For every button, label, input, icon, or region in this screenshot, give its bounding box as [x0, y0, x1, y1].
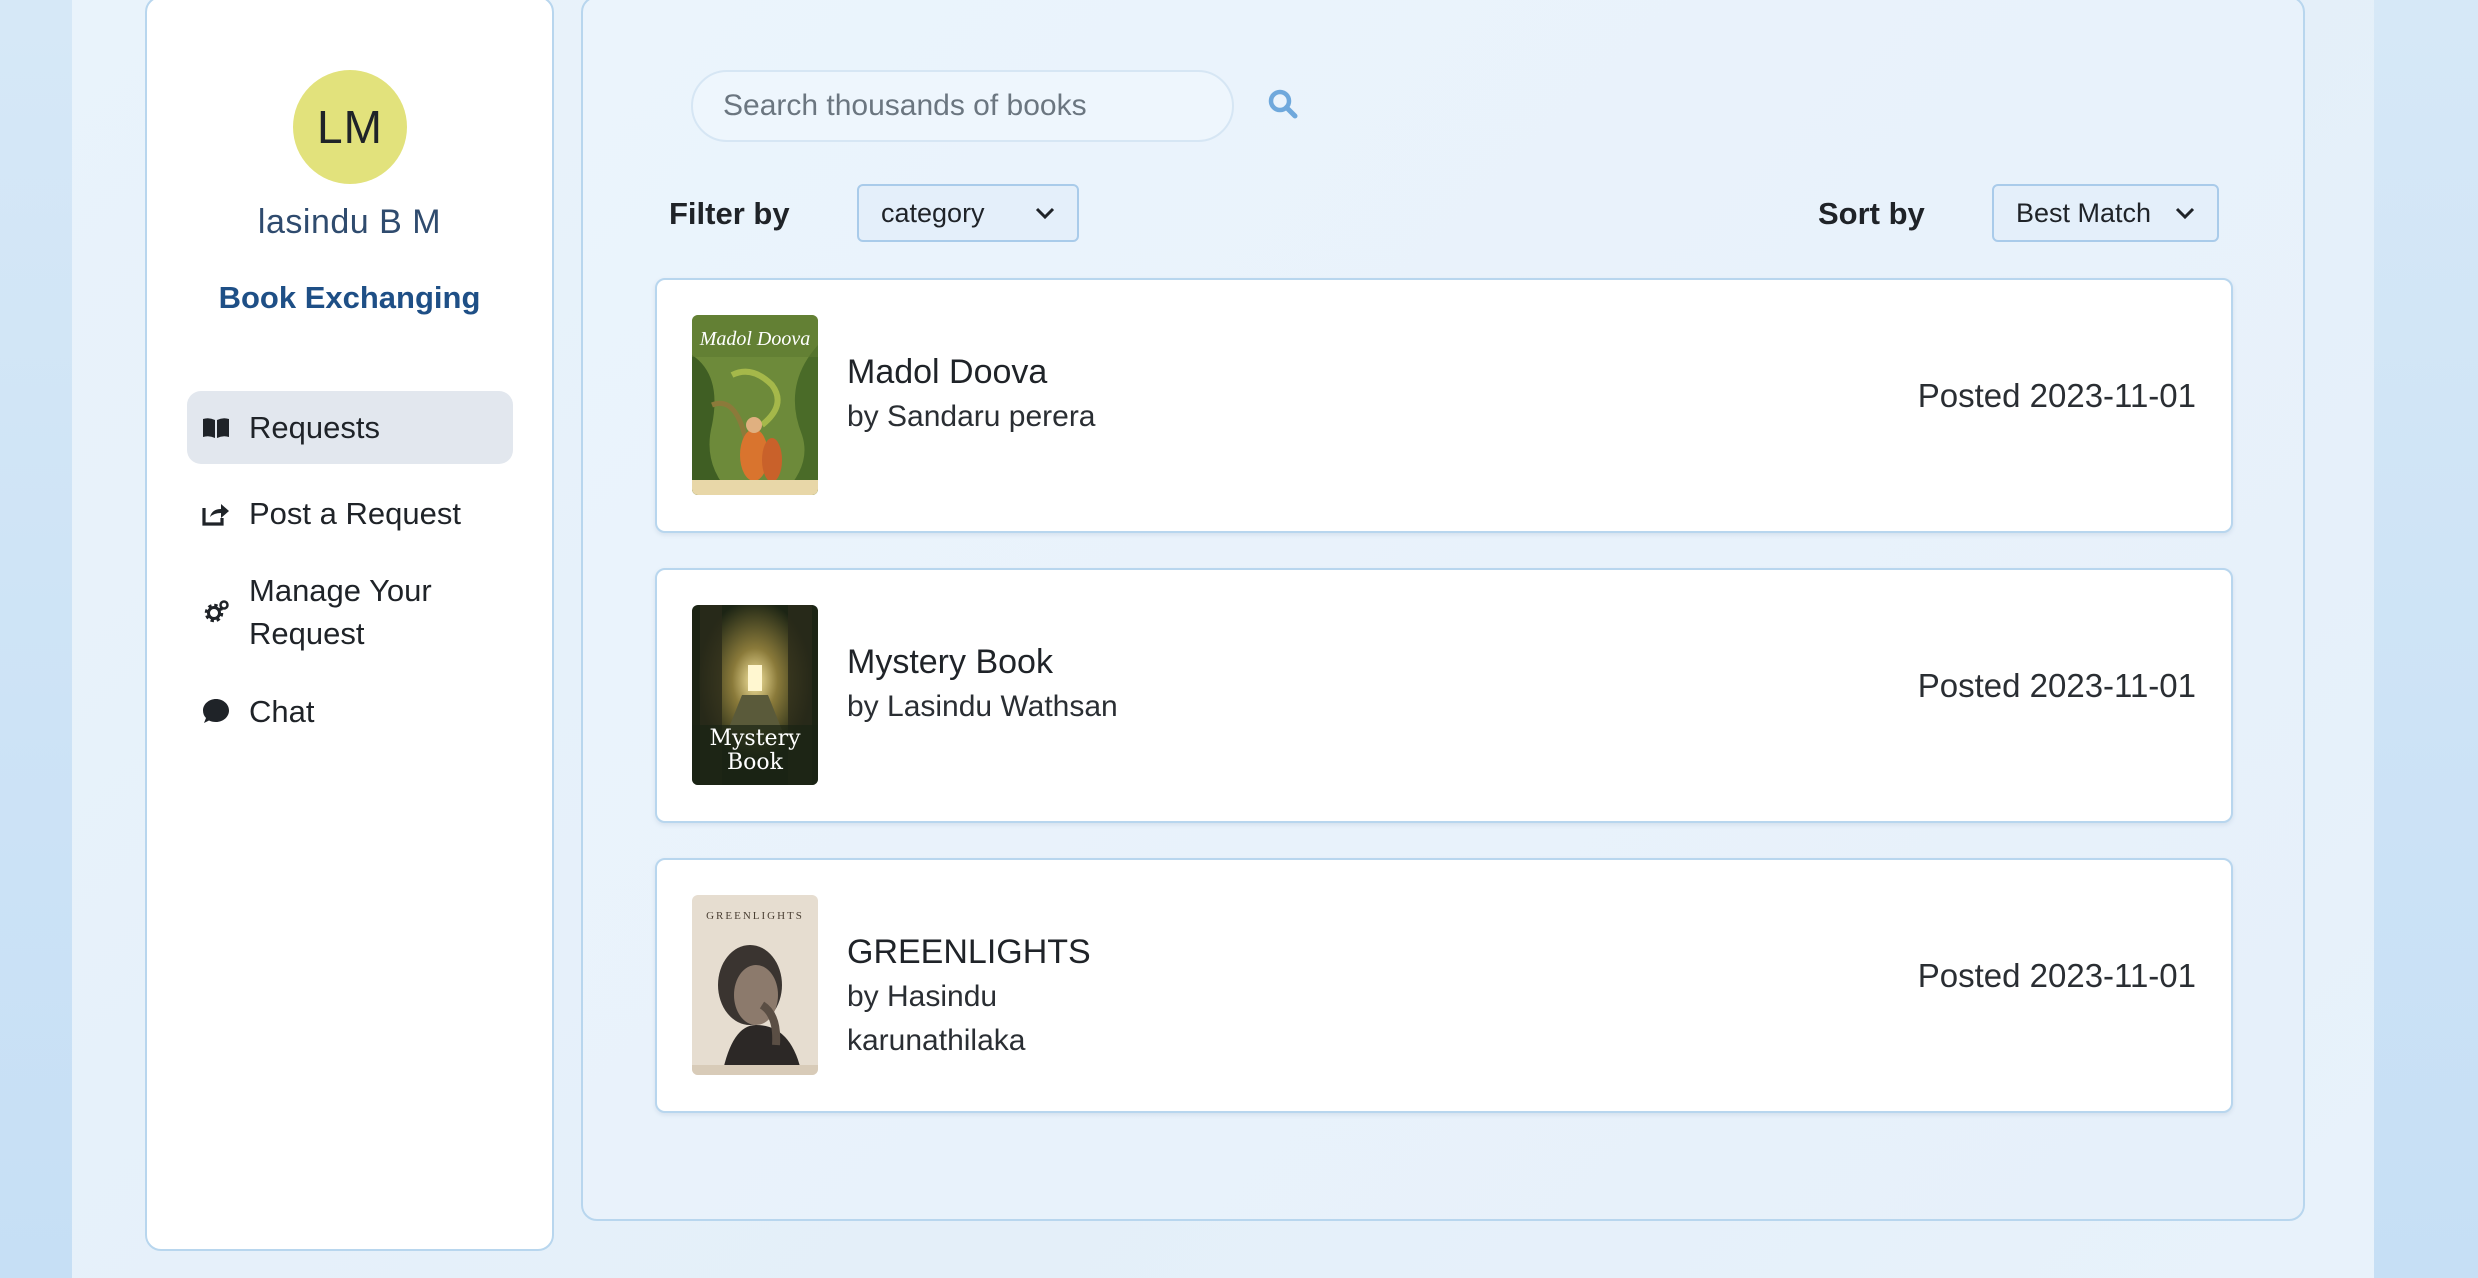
book-title: GREENLIGHTS [847, 933, 1091, 971]
search-input[interactable] [691, 70, 1234, 142]
chevron-down-icon [1035, 206, 1055, 220]
search-icon [1267, 88, 1299, 125]
cover-title-text: Madol Doova [699, 328, 811, 350]
app-title: Book Exchanging [218, 280, 481, 315]
sort-value: Best Match [2016, 197, 2152, 228]
cover-title-text: Mystery [709, 726, 801, 751]
book-author: by Sandaru perera [847, 400, 1096, 433]
sidebar-nav: Requests Post a Request Manage Your Requ… [187, 391, 513, 760]
chevron-down-icon [2175, 206, 2195, 220]
share-icon [201, 498, 231, 528]
gear-icon [201, 597, 231, 627]
posted-date: Posted 2023-11-01 [1917, 377, 2196, 414]
book-title: Madol Doova [847, 353, 1048, 391]
book-card[interactable]: Mystery Book Mystery Book by Lasindu Wat… [655, 568, 2233, 823]
book-cover-image: Madol Doova [692, 315, 818, 495]
avatar[interactable]: LM [293, 70, 407, 184]
sidebar-item-requests[interactable]: Requests [187, 391, 513, 464]
cover-title-text: GREENLIGHTS [706, 910, 804, 922]
book-author: by Hasindu karunathilaka [847, 980, 1026, 1057]
sidebar-item-label: Requests [249, 410, 380, 445]
book-card[interactable]: GREENLIGHTS GREENLIGHTS by Hasindu karun… [655, 858, 2233, 1113]
sidebar-item-manage-request[interactable]: Manage Your Request [187, 562, 513, 662]
sidebar-item-chat[interactable]: Chat [187, 676, 513, 746]
sidebar-item-label: Manage Your Request [249, 573, 432, 651]
book-cover-image: GREENLIGHTS [692, 895, 818, 1075]
search-button[interactable] [1263, 86, 1303, 126]
avatar-initials: LM [317, 101, 383, 153]
book-author: by Lasindu Wathsan [847, 690, 1118, 723]
sort-label: Sort by [1818, 196, 1925, 231]
book-card[interactable]: Madol Doova Madol Doova by Sandaru perer… [655, 278, 2233, 533]
sidebar-item-label: Chat [249, 693, 315, 729]
posted-date: Posted 2023-11-01 [1917, 957, 2196, 994]
main-panel: Filter by category Sort by Best Match [581, 0, 2305, 1221]
filter-label: Filter by [669, 196, 790, 231]
category-filter-value: category [881, 197, 985, 228]
cover-title-text: Book [727, 750, 784, 775]
posted-date: Posted 2023-11-01 [1917, 667, 2196, 704]
sidebar-item-label: Post a Request [249, 495, 461, 531]
category-filter-dropdown[interactable]: category [857, 184, 1079, 242]
open-book-icon [201, 413, 231, 443]
sidebar: LM lasindu B M Book Exchanging Requests … [145, 0, 554, 1251]
book-cover-image: Mystery Book [692, 605, 818, 785]
book-title: Mystery Book [847, 643, 1053, 681]
chat-bubble-icon [201, 696, 231, 726]
sort-dropdown[interactable]: Best Match [1992, 184, 2219, 242]
sidebar-item-post-request[interactable]: Post a Request [187, 478, 513, 548]
user-name: lasindu B M [257, 203, 442, 241]
